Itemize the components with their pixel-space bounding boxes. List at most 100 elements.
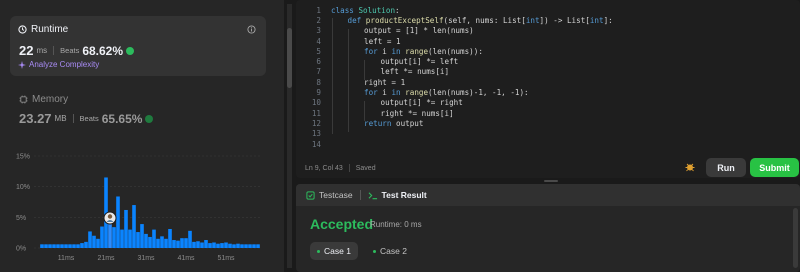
left-scrollbar-thumb[interactable]	[287, 28, 292, 88]
chart-bar[interactable]	[112, 227, 116, 248]
chart-bar[interactable]	[236, 243, 240, 248]
chart-bar[interactable]	[40, 244, 44, 248]
code-token: :	[395, 5, 400, 15]
chart-bar[interactable]	[208, 243, 212, 248]
chart-bar[interactable]	[168, 228, 172, 248]
chart-bar[interactable]	[160, 236, 164, 248]
code-line[interactable]: 12 return output	[296, 118, 800, 128]
chart-bar[interactable]	[148, 236, 152, 248]
code-line[interactable]: 14	[296, 139, 800, 149]
line-number: 13	[311, 129, 321, 139]
chart-bar[interactable]	[172, 240, 176, 248]
info-icon[interactable]	[247, 25, 256, 34]
chart-bar[interactable]	[204, 240, 208, 248]
code-line[interactable]: 11 right *= nums[i]	[296, 108, 800, 118]
chart-bar[interactable]	[256, 244, 260, 248]
analyze-complexity-link[interactable]: Analyze Complexity	[18, 60, 99, 69]
chart-bar[interactable]	[44, 244, 48, 248]
tab-test-result-label: Test Result	[381, 190, 427, 200]
case-tab-2[interactable]: Case 2	[366, 242, 414, 260]
chart-bar[interactable]	[152, 229, 156, 248]
debug-bug-icon[interactable]	[685, 162, 695, 172]
code-line[interactable]: 5 for i in range(len(nums)):	[296, 46, 800, 56]
line-number: 8	[316, 77, 321, 87]
code-token: right *= nums[i]	[380, 108, 454, 118]
chart-bar[interactable]	[128, 229, 132, 248]
code-line[interactable]: 3 output = [1] * len(nums)	[296, 26, 800, 36]
chart-bar[interactable]	[132, 205, 136, 248]
chart-bar[interactable]	[92, 235, 96, 248]
chart-bar[interactable]	[248, 244, 252, 248]
chart-bar[interactable]	[156, 238, 160, 248]
chart-bar[interactable]	[56, 244, 60, 248]
chart-bar[interactable]	[76, 244, 80, 248]
chart-bar[interactable]	[120, 229, 124, 248]
line-number: 12	[311, 118, 321, 128]
tab-testcase[interactable]: Testcase	[296, 190, 360, 200]
chart-bar[interactable]	[184, 238, 188, 248]
code-line[interactable]: 8 right = 1	[296, 77, 800, 87]
runtime-card[interactable]: Runtime 22 ms Beats 68.62% Analyze Compl…	[10, 16, 266, 76]
code-token: left *= nums[i]	[380, 67, 450, 77]
chart-bar[interactable]	[224, 242, 228, 248]
code-line[interactable]: 7 left *= nums[i]	[296, 67, 800, 77]
chart-bar[interactable]	[220, 243, 224, 248]
code-line[interactable]: 2 def productExceptSelf(self, nums: List[…	[296, 15, 800, 25]
line-number: 3	[316, 26, 321, 36]
chart-bar[interactable]	[64, 244, 68, 248]
chart-bar[interactable]	[212, 242, 216, 248]
chart-bar[interactable]	[72, 244, 76, 248]
code-line[interactable]: 6 output[i] *= left	[296, 56, 800, 66]
code-lines[interactable]: 1 class Solution: 2 def productExceptSelf(s…	[296, 5, 800, 149]
chart-bar[interactable]	[60, 244, 64, 248]
runtime-distribution-chart[interactable]: 15% 10% 5% 0% 11ms 21ms 31ms 41ms 51ms	[0, 148, 284, 272]
splitter-grip-icon[interactable]	[544, 180, 558, 182]
chart-bar[interactable]	[68, 244, 72, 248]
chart-bar[interactable]	[188, 230, 192, 248]
chart-bar[interactable]	[196, 241, 200, 248]
chart-bar[interactable]	[240, 244, 244, 248]
result-scrollbar-thumb[interactable]	[793, 208, 798, 268]
chart-bar[interactable]	[244, 244, 248, 248]
case-tab-1[interactable]: Case 1	[310, 242, 358, 260]
code-line[interactable]: 9 for i in range(len(nums)-1, -1, -1):	[296, 87, 800, 97]
submit-button[interactable]: Submit	[750, 158, 799, 177]
memory-header[interactable]: Memory	[19, 94, 68, 105]
code-text: for i in range(len(nums)-1, -1, -1):	[364, 88, 529, 97]
chart-bar[interactable]	[88, 231, 92, 248]
chart-bar[interactable]	[140, 224, 144, 248]
run-button[interactable]: Run	[706, 158, 746, 177]
code-token: int	[525, 15, 540, 25]
code-line[interactable]: 10 output[i] *= right	[296, 98, 800, 108]
chart-bar[interactable]	[232, 244, 236, 248]
code-token: for	[364, 88, 383, 98]
chart-bar[interactable]	[180, 238, 184, 248]
chart-bar[interactable]	[164, 238, 168, 248]
chart-bar[interactable]	[136, 232, 140, 248]
chart-bar[interactable]	[228, 243, 232, 248]
memory-title: Memory	[32, 94, 69, 105]
code-line[interactable]: 4 left = 1	[296, 36, 800, 46]
chart-bar[interactable]	[176, 240, 180, 248]
chart-bar[interactable]	[48, 244, 52, 248]
chart-bar[interactable]	[100, 226, 104, 248]
pass-dot-icon	[373, 249, 376, 253]
code-line[interactable]: 1 class Solution:	[296, 5, 800, 15]
code-editor[interactable]: 1 class Solution: 2 def productExceptSelf(s…	[296, 0, 800, 178]
line-number: 14	[311, 139, 321, 149]
chart-bar[interactable]	[252, 244, 256, 248]
chart-bar[interactable]	[200, 242, 204, 248]
chart-bar[interactable]	[84, 241, 88, 248]
chart-bar[interactable]	[80, 243, 84, 248]
chart-bar[interactable]	[124, 209, 128, 248]
tab-test-result[interactable]: Test Result	[361, 190, 434, 200]
chart-bar[interactable]	[192, 241, 196, 248]
chart-bar[interactable]	[96, 238, 100, 248]
chart-bar[interactable]	[52, 244, 56, 248]
chart-bar[interactable]	[216, 243, 220, 248]
chart-bar[interactable]	[116, 196, 120, 248]
chart-bar[interactable]	[144, 233, 148, 248]
memory-beats-label: Beats	[79, 114, 99, 123]
memory-chip-icon	[19, 95, 28, 104]
code-line[interactable]: 13	[296, 129, 800, 139]
